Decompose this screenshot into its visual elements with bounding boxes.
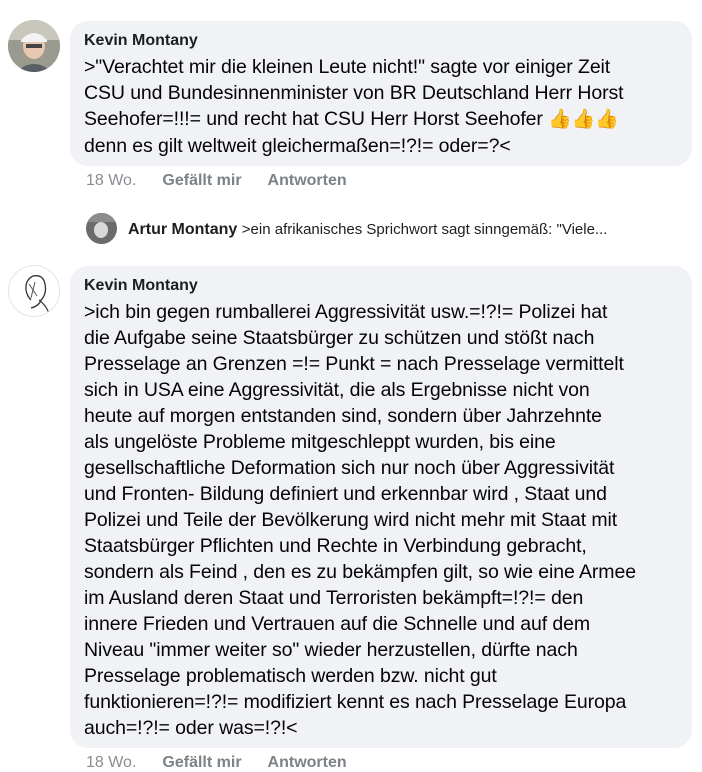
avatar-artur-montany[interactable] [86, 213, 117, 244]
comment-actions-1: 18 Wo. Gefällt mir Antworten [86, 172, 373, 190]
reply-snippet[interactable]: >ein afrikanisches Sprichwort sagt sinng… [242, 221, 608, 238]
like-button-2[interactable]: Gefällt mir [162, 754, 241, 771]
comment-timestamp-2[interactable]: 18 Wo. [86, 754, 136, 771]
avatar-line-drawing-icon [25, 275, 50, 315]
comment-actions-2: 18 Wo. Gefällt mir Antworten [86, 754, 373, 772]
reply-button-1[interactable]: Antworten [268, 172, 347, 189]
comment-text-1: >"Verachtet mir die kleinen Leute nicht!… [84, 54, 684, 159]
avatar-kevin-montany-1[interactable] [8, 20, 60, 72]
comment-author-2[interactable]: Kevin Montany [84, 277, 198, 295]
comment-text-1-main: >"Verachtet mir die kleinen Leute nicht!… [84, 56, 624, 130]
avatar-kevin-montany-2[interactable] [8, 265, 60, 317]
comment-text-2: >ich bin gegen rumballerei Aggressivität… [84, 301, 636, 739]
avatar-photo-icon [86, 213, 117, 244]
reply-author[interactable]: Artur Montany [128, 221, 237, 238]
reply-preview[interactable]: Artur Montany >ein afrikanisches Sprichw… [128, 221, 607, 239]
comment-text-1-end: denn es gilt weltweit gleichermaßen=!?!=… [84, 135, 511, 157]
thumbs-up-icon: 👍👍👍 [548, 109, 619, 130]
like-button-1[interactable]: Gefällt mir [162, 172, 241, 189]
comment-timestamp-1[interactable]: 18 Wo. [86, 172, 136, 189]
comment-author-1[interactable]: Kevin Montany [84, 32, 198, 50]
avatar-photo-icon [8, 20, 60, 72]
reply-button-2[interactable]: Antworten [268, 754, 347, 771]
